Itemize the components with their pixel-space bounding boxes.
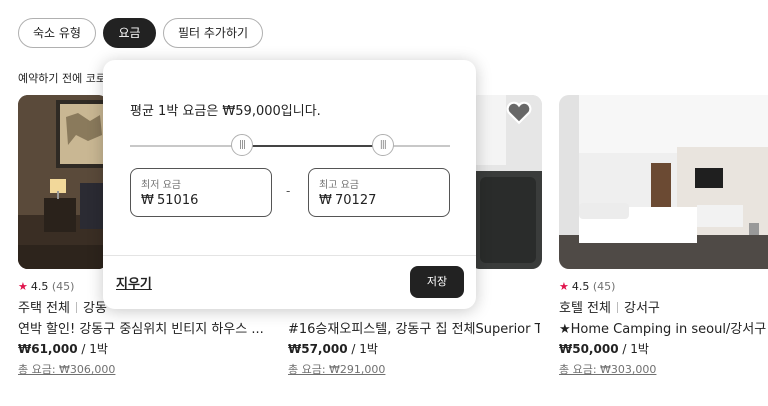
filter-chip-accommodation-type[interactable]: 숙소 유형 [18,18,96,48]
price-slider-range [242,145,383,147]
range-separator: - [286,184,291,198]
listing-photo[interactable] [18,95,108,269]
listing-total-price[interactable]: 총 요금: ₩291,000 [288,361,385,377]
filter-chip-price[interactable]: 요금 [103,18,156,48]
listing-photo[interactable] [470,95,542,269]
listing-photo[interactable] [559,95,768,269]
listing-rating: ★ 4.5 (45) [559,280,616,293]
listing-price: ₩61,000 / 1박 [18,342,108,356]
price-slider-min-handle[interactable]: ||| [231,134,253,156]
max-price-input[interactable]: 70127 [335,193,376,208]
star-icon: ★ [559,280,569,293]
grip-icon: ||| [379,140,387,150]
listing-title[interactable]: 연박 할인! 강동구 중심위치 빈티지 하우스 ... [18,318,268,337]
listing-total-price[interactable]: 총 요금: ₩306,000 [18,361,115,377]
price-slider-max-handle[interactable]: ||| [371,134,394,156]
price-filter-popup: 평균 1박 요금은 ₩59,000입니다. ||| ||| 최저 요금 ₩ 51… [103,60,476,309]
clear-button[interactable]: 지우기 [116,273,152,292]
min-price-input[interactable]: 51016 [157,193,198,208]
currency-symbol: ₩ [141,193,154,208]
listing-title[interactable]: #16승재오피스텔, 강동구 집 전체Superior T... [288,318,540,337]
listing-rating: ★ 4.5 (45) [18,280,75,293]
min-price-field[interactable]: 최저 요금 ₩ 51016 [130,168,272,217]
max-price-field[interactable]: 최고 요금 ₩ 70127 [308,168,450,217]
star-icon: ★ [18,280,28,293]
grip-icon: ||| [238,140,246,150]
average-price-text: 평균 1박 요금은 ₩59,000입니다. [130,104,321,119]
listing-type: 주택 전체 강동 [18,301,107,316]
filter-chip-add-filters[interactable]: 필터 추가하기 [163,18,263,48]
save-button[interactable]: 저장 [410,266,464,298]
listing-type: 호텔 전체 강서구 [559,301,660,316]
currency-symbol: ₩ [319,193,332,208]
covid-notice: 예약하기 전에 코로 [18,72,106,85]
listing-price: ₩57,000 / 1박 [288,342,378,356]
listing-total-price[interactable]: 총 요금: ₩303,000 [559,361,656,377]
listing-title[interactable]: ★Home Camping in seoul/강서구 위 [559,318,768,337]
heart-icon[interactable] [506,101,532,129]
max-price-label: 최고 요금 [319,180,359,191]
listing-price: ₩50,000 / 1박 [559,342,649,356]
popup-divider [103,255,476,256]
min-price-label: 최저 요금 [141,180,181,191]
